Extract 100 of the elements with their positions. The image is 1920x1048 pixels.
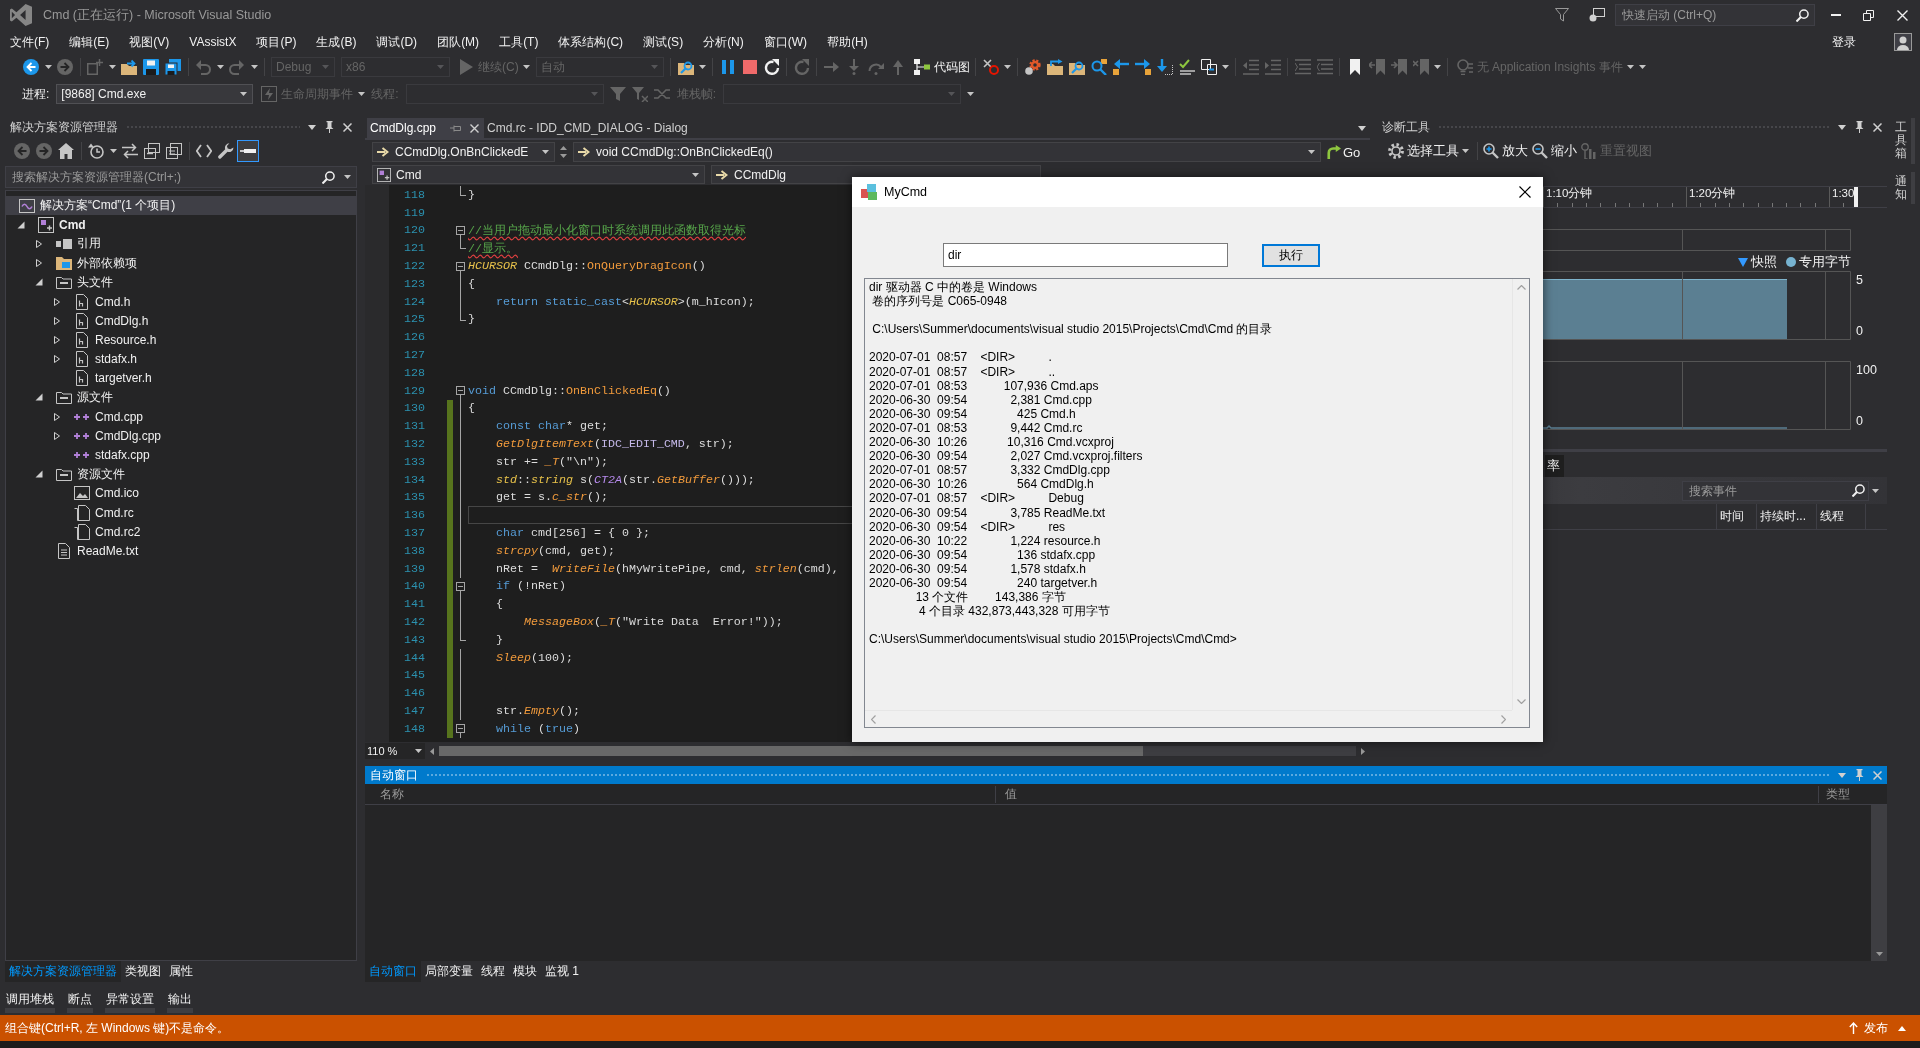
expand-arrow-icon[interactable]: [35, 278, 43, 287]
tab[interactable]: 监视 1: [541, 961, 583, 982]
menu-item[interactable]: 编辑(E): [59, 33, 120, 51]
scroll-down-icon[interactable]: [1875, 952, 1883, 956]
menu-item[interactable]: 测试(S): [633, 33, 694, 51]
quick-launch-field[interactable]: 快速启动 (Ctrl+Q): [1615, 4, 1815, 26]
save-icon[interactable]: [143, 59, 159, 75]
caret-icon[interactable]: [357, 92, 365, 96]
publish-button[interactable]: 发布: [1849, 1019, 1906, 1037]
collapse-icon[interactable]: [456, 261, 465, 271]
column-header[interactable]: 类型: [1826, 786, 1850, 801]
tab[interactable]: 率: [1545, 455, 1564, 477]
menu-item[interactable]: 体系结构(C): [548, 33, 634, 51]
tab[interactable]: 解决方案资源管理器: [5, 961, 121, 982]
caret-icon[interactable]: [250, 65, 258, 69]
feedback-icon[interactable]: [1589, 8, 1605, 22]
expand-arrow-icon[interactable]: [35, 470, 43, 479]
tree-item[interactable]: 解决方案“Cmd”(1 个项目): [6, 196, 356, 216]
caret-icon[interactable]: [1838, 124, 1846, 130]
scroll-right-icon[interactable]: [1361, 747, 1365, 755]
member-dropdown[interactable]: void CCmdDlg::OnBnClickedEq(): [573, 142, 1321, 162]
select-tools-button[interactable]: 选择工具: [1386, 140, 1473, 162]
caret-icon[interactable]: [1004, 65, 1012, 69]
tree-item[interactable]: CmdDlg.h: [49, 311, 155, 331]
menu-item[interactable]: 视图(V): [119, 33, 180, 51]
pin-icon[interactable]: [325, 121, 334, 133]
wrench-icon[interactable]: [218, 143, 234, 159]
tree-item[interactable]: 引用: [31, 234, 107, 254]
tree-item[interactable]: ReadMe.txt: [31, 541, 145, 561]
project-dropdown[interactable]: Cmd: [372, 165, 705, 184]
tree-item[interactable]: Cmd.h: [49, 291, 137, 312]
expand-arrow-icon[interactable]: [53, 412, 61, 421]
pause-icon[interactable]: [719, 59, 736, 75]
left-arrow-icon[interactable]: [1112, 59, 1129, 75]
tab[interactable]: 线程: [477, 961, 509, 982]
code-map-button[interactable]: 代码图: [908, 56, 972, 78]
column-header[interactable]: 名称: [380, 786, 404, 801]
tree-item[interactable]: Cmd.cpp: [49, 407, 150, 427]
home-icon[interactable]: [58, 143, 74, 159]
side-tab[interactable]: 工具箱: [1892, 118, 1915, 164]
search-field[interactable]: 搜索解决方案资源管理器(Ctrl+;): [5, 166, 357, 188]
tab[interactable]: 模块: [509, 961, 541, 982]
menu-item[interactable]: 工具(T): [489, 33, 549, 51]
files-icon[interactable]: [166, 143, 182, 159]
member-dropdown[interactable]: CCmdDlg.OnBnClickedE: [372, 142, 555, 162]
menu-item[interactable]: 生成(B): [306, 33, 367, 51]
column-header[interactable]: 值: [1005, 786, 1017, 801]
folder-search-icon[interactable]: [1068, 59, 1085, 75]
search-icon[interactable]: [322, 170, 335, 184]
tab[interactable]: 局部变量: [421, 961, 477, 982]
search-icon[interactable]: [1852, 484, 1865, 497]
tab[interactable]: 自动窗口: [365, 961, 421, 982]
filter-icon[interactable]: [1555, 8, 1569, 22]
caret-icon[interactable]: [1358, 125, 1366, 131]
back-arrow-icon[interactable]: [23, 59, 39, 75]
check-icon[interactable]: [1178, 59, 1195, 75]
menu-item[interactable]: 团队(M): [427, 33, 490, 51]
expand-arrow-icon[interactable]: [53, 335, 61, 344]
collapse-icon[interactable]: [456, 386, 465, 396]
caret-icon[interactable]: [344, 175, 351, 179]
folder-arrow-icon[interactable]: [1046, 59, 1063, 75]
copy-icon[interactable]: [1200, 59, 1217, 75]
expand-arrow-icon[interactable]: [35, 259, 43, 268]
tree-item[interactable]: Cmd: [13, 215, 92, 235]
collapse-icon[interactable]: [456, 226, 465, 235]
tree-item[interactable]: stdafx.cpp: [49, 445, 156, 465]
save-all-icon[interactable]: [165, 59, 181, 75]
collapse-icon[interactable]: [456, 581, 465, 591]
avatar-icon[interactable]: [1894, 33, 1912, 51]
column-header[interactable]: 持续时...: [1760, 508, 1806, 525]
caret-icon[interactable]: [1222, 65, 1230, 69]
caret-icon[interactable]: [109, 149, 117, 153]
tree-item[interactable]: Cmd.ico: [49, 483, 145, 503]
search-field[interactable]: 搜索事件: [1682, 480, 1869, 501]
caret-icon[interactable]: [44, 65, 52, 69]
sign-in-link[interactable]: 登录: [1832, 33, 1856, 51]
breakpoint-delete-icon[interactable]: [982, 59, 999, 75]
editor-tab[interactable]: Cmd.rc - IDD_CMD_DIALOG - Dialog: [484, 118, 693, 138]
search-icon[interactable]: [1796, 8, 1809, 22]
sync-icon[interactable]: [122, 143, 138, 159]
zoom-in-button[interactable]: 放大: [1481, 140, 1530, 162]
menu-item[interactable]: 帮助(H): [817, 33, 878, 51]
dropdown[interactable]: [9868] Cmd.exe: [56, 84, 254, 104]
go-button[interactable]: Go: [1325, 142, 1363, 162]
pin-icon[interactable]: [1855, 121, 1864, 133]
tree-item[interactable]: 资源文件: [31, 464, 131, 484]
restore-icon[interactable]: [1863, 9, 1874, 21]
collapse-all-icon[interactable]: [144, 143, 160, 159]
menu-item[interactable]: 文件(F): [0, 33, 60, 51]
right-arrow-icon[interactable]: [1134, 59, 1151, 75]
gear-icon[interactable]: [1024, 59, 1041, 75]
horizontal-scrollbar[interactable]: [439, 746, 1356, 756]
zoom-dropdown[interactable]: 110 %: [365, 743, 425, 759]
folder-search-icon[interactable]: [677, 59, 694, 75]
tree-item[interactable]: CmdDlg.cpp: [49, 426, 168, 446]
restart-icon[interactable]: [763, 59, 780, 75]
caret-icon[interactable]: [1871, 488, 1879, 493]
caret-icon[interactable]: [216, 65, 224, 69]
output-field[interactable]: dir 驱动器 C 中的卷是 Windows 卷的序列号是 C065-0948 C:\Users\Summer\documents\visual studio 2015\Projects\Cmd\Cmd 的目录 2020-07-01 08:57 <DIR> . 2020-07-01 08:57 <DIR> .. 2020-07-01 08:53 107,936 Cmd.aps 2020-06-30 09:54 2,381 Cmd.cpp 2020-06-30 09:54 425 Cmd.h 2020-07-01 08:53 9,442 Cmd.rc 2020-06-30 10:26 10,316 Cmd.vcxproj 2020-06-30 09:54 2,027 Cmd.vcxproj.filters 2020-07-01 08:57 3,332 CmdDlg.cpp 2020-06-30 10:26 564 CmdDlg.h 2020-07-01 08:57 <DIR> Debug 2020-06-30 09:54 3,785 ReadMe.txt 2020-06-30 09:54 <DIR> res 2020-06-30 10:22 1,224 resource.h 2020-06-30 09:54 136 stdafx.cpp 2020-06-30 09:54 1,578 stdafx.h 2020-06-30 09:54 240 targetver.h 13 个文件 143,386 字节 4 个目录 432,873,443,328 可用字节 C:\Users\Summer\documents\visual studio 2015\Projects\Cmd\Cmd>: [864, 278, 1530, 728]
vertical-scrollbar[interactable]: [1871, 805, 1887, 961]
